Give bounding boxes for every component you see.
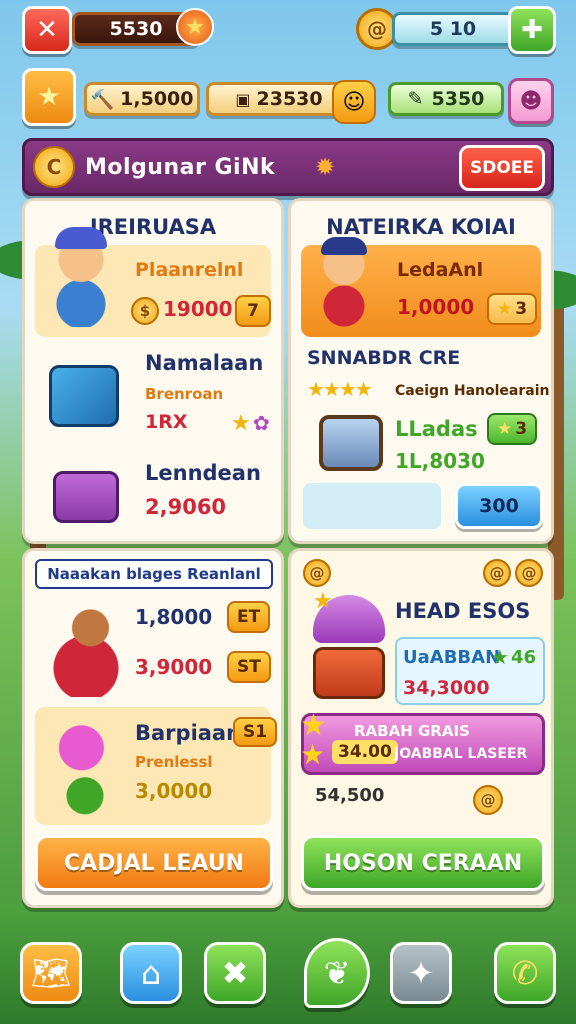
laptop-icon	[319, 415, 383, 471]
star-icon: ★	[491, 645, 509, 669]
home-button[interactable]: ⌂	[120, 942, 182, 1004]
list-item[interactable]: Plaanrelnl $ 190001 7	[35, 223, 271, 337]
list-item[interactable]: UaABBAN ★ 46 34,3000	[395, 637, 545, 705]
promo-banner[interactable]: ★ ★ RABAH GRAIS 34.00 JOABBAL LASEER	[300, 708, 545, 775]
tools-button[interactable]: ✖	[204, 942, 266, 1004]
shop-button[interactable]: SDOEE	[459, 145, 545, 191]
banner-title: Molgunar GiNk	[85, 154, 276, 180]
shop-panel-c: Naaakan blages Reanlanl 1,8000 ET 3,9000…	[22, 548, 284, 908]
face-icon: ☻	[519, 88, 543, 114]
crate-icon: ▣	[235, 89, 251, 109]
leaf-icon: ❦	[323, 954, 351, 992]
leaf-button[interactable]: ❦	[304, 938, 370, 1008]
grass-ground	[0, 904, 576, 1024]
add-currency-button[interactable]: ★	[176, 8, 214, 46]
gear-icon: ✹	[315, 153, 336, 181]
phone-icon: ✆	[511, 954, 539, 992]
section-title: SNNABDR CRE	[307, 347, 461, 369]
star-icon: ★	[231, 411, 251, 436]
plus-icon: ✚	[521, 15, 543, 45]
list-item[interactable]: Barpiaan S1 Prenlessl 3,0000	[35, 707, 278, 825]
close-button[interactable]: ✕	[22, 6, 72, 54]
star-icon: ★	[37, 82, 61, 112]
flower-icon: ✿	[253, 411, 270, 435]
home-icon: ⌂	[140, 954, 162, 992]
star-icon: ★	[185, 14, 205, 40]
potion-icon: ✎	[407, 88, 424, 110]
buy-button[interactable]: 300	[455, 483, 543, 529]
star-icon: ★	[497, 419, 513, 439]
shop-panel-a: IREIRUASA Plaanrelnl $ 190001 7 Namalaan…	[22, 198, 284, 544]
coin-icon: @	[483, 559, 511, 587]
item-badge: ST	[227, 651, 271, 683]
tools-icon: ✖	[221, 954, 249, 992]
profile-button[interactable]: ☻	[508, 78, 554, 124]
progress-slot	[303, 483, 441, 529]
item-badge: ★ 3	[487, 413, 538, 445]
star-icon: ★	[313, 589, 333, 614]
character-icon	[41, 223, 121, 327]
star-icon: ★	[300, 738, 326, 771]
currency-counter-2: 5 10	[392, 12, 514, 46]
panel-title: Naaakan blages Reanlanl	[35, 559, 273, 589]
resource-counter-3: ✎ 5350	[388, 82, 504, 116]
promo-price: 34.00	[332, 740, 398, 764]
character-icon: ✦	[407, 954, 435, 992]
gift-box-icon	[53, 471, 119, 523]
list-item[interactable]: Lenndean 2,9060	[35, 453, 271, 539]
phone-button[interactable]: ✆	[494, 942, 556, 1004]
cadjal-leaun-button[interactable]: CADJAL LEAUN	[35, 835, 273, 891]
item-badge: 7	[235, 295, 271, 327]
close-icon: ✕	[36, 15, 58, 45]
flower-icon	[49, 719, 121, 815]
coin-icon: $	[131, 297, 159, 325]
rating-stars: ★★★★	[307, 377, 373, 401]
item-badge: ★ 3	[487, 293, 538, 325]
add-coins-button[interactable]: ✚	[508, 6, 556, 54]
map-button[interactable]: 🗺	[20, 942, 82, 1004]
star-icon: ★	[497, 299, 513, 319]
character-icon	[309, 237, 379, 329]
smile-icon[interactable]: ☺	[332, 80, 376, 124]
coin-icon: @	[473, 785, 503, 815]
shop-panel-d: @ @ @ ★ HEAD ESOS UaABBAN ★ 46 34,3000 ★…	[288, 548, 554, 908]
fruit-basket-icon	[313, 647, 385, 699]
resource-counter-2: ▣ 23530	[206, 82, 352, 116]
item-price: 190001	[163, 297, 247, 321]
coin-icon: C	[33, 146, 75, 188]
hoson-ceraan-button[interactable]: HOSON CERAAN	[301, 835, 545, 891]
coin-icon: @	[303, 559, 331, 587]
favorites-button[interactable]: ★	[22, 68, 76, 126]
header-banner: C Molgunar GiNk ✹ SDOEE	[22, 138, 554, 196]
list-item[interactable]: LedaAnl 1,0000 ★ 3	[301, 237, 541, 337]
total-value: 54,500	[315, 785, 385, 806]
panel-title: NATEIRKA KOIAI	[326, 215, 516, 239]
list-item[interactable]: 1,8000 ET 3,9000 ST	[35, 591, 271, 701]
chest-icon	[49, 365, 119, 427]
map-icon: 🗺	[30, 954, 72, 992]
list-item[interactable]: Namalaan Brenroan 1RX ★ ✿	[35, 347, 271, 447]
item-badge: ET	[227, 601, 271, 633]
resource-counter-1: 🔨 1,5000	[84, 82, 200, 116]
hammer-icon: 🔨	[90, 88, 115, 111]
item-badge: S1	[233, 717, 278, 747]
teddy-bear-icon	[41, 601, 131, 697]
character-button[interactable]: ✦	[390, 942, 452, 1004]
coin-icon: @	[515, 559, 543, 587]
shop-panel-b: NATEIRKA KOIAI LedaAnl 1,0000 ★ 3 SNNABDR…	[288, 198, 554, 544]
